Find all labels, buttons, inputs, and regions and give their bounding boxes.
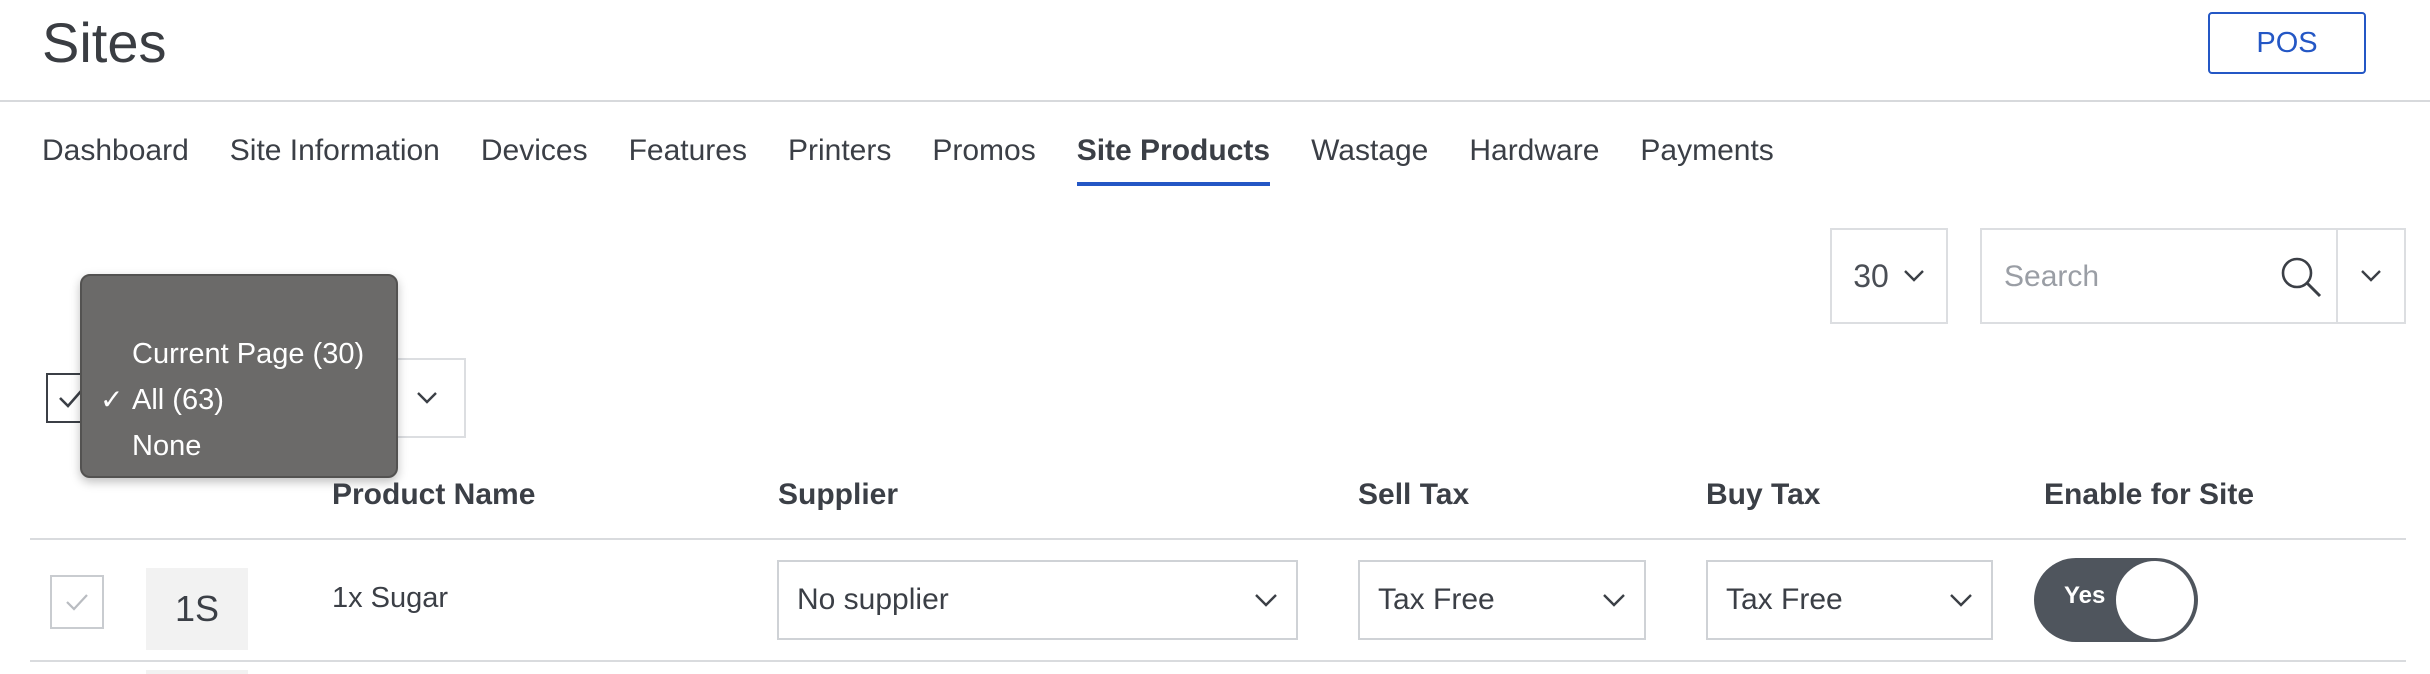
enable-for-site-toggle[interactable]: Yes — [2034, 558, 2198, 642]
supplier-select[interactable]: No supplier — [777, 560, 1298, 640]
chevron-down-icon — [1255, 594, 1277, 607]
menu-item-current-page[interactable]: Current Page (30) — [132, 338, 364, 371]
search-input[interactable] — [2002, 254, 2266, 300]
toggle-label: Yes — [2064, 582, 2106, 609]
chevron-down-icon — [2361, 270, 2381, 282]
chevron-down-icon — [1950, 594, 1972, 607]
tab-wastage[interactable]: Wastage — [1311, 128, 1428, 188]
next-row-avatar — [146, 670, 248, 674]
menu-item-all[interactable]: All (63) — [132, 384, 224, 417]
tab-payments[interactable]: Payments — [1640, 128, 1773, 188]
column-header-supplier[interactable]: Supplier — [778, 478, 898, 512]
product-avatar: 1S — [146, 568, 248, 650]
check-icon — [66, 594, 88, 611]
buy-tax-select[interactable]: Tax Free — [1706, 560, 1993, 640]
table-row-divider — [30, 660, 2406, 662]
bulk-actions-dropdown[interactable] — [390, 358, 466, 438]
search-options-button[interactable] — [2338, 228, 2406, 324]
sell-tax-value: Tax Free — [1378, 583, 1495, 616]
tab-site-information[interactable]: Site Information — [230, 128, 440, 188]
per-page-value: 30 — [1853, 257, 1889, 294]
buy-tax-value: Tax Free — [1726, 583, 1843, 616]
column-header-product-name[interactable]: Product Name — [332, 478, 535, 512]
check-icon: ✓ — [100, 384, 124, 415]
toggle-knob — [2114, 559, 2196, 641]
tab-devices[interactable]: Devices — [481, 128, 588, 188]
table-header-divider — [30, 538, 2406, 540]
chevron-down-icon — [1903, 270, 1924, 282]
tab-features[interactable]: Features — [629, 128, 747, 188]
search-box — [1980, 228, 2338, 324]
chevron-down-icon — [1603, 594, 1625, 607]
chevron-down-icon — [417, 392, 437, 404]
column-header-buy-tax[interactable]: Buy Tax — [1706, 478, 1820, 512]
tab-promos[interactable]: Promos — [932, 128, 1035, 188]
per-page-select[interactable]: 30 — [1830, 228, 1948, 324]
header-divider — [0, 100, 2430, 102]
tab-hardware[interactable]: Hardware — [1469, 128, 1599, 188]
tab-dashboard[interactable]: Dashboard — [42, 128, 189, 188]
search-icon[interactable] — [2278, 254, 2324, 300]
sell-tax-select[interactable]: Tax Free — [1358, 560, 1646, 640]
selection-menu: Current Page (30) ✓ All (63) None — [80, 274, 398, 478]
tab-printers[interactable]: Printers — [788, 128, 891, 188]
column-header-sell-tax[interactable]: Sell Tax — [1358, 478, 1469, 512]
page-title: Sites — [42, 11, 167, 74]
column-header-enable-for-site[interactable]: Enable for Site — [2044, 478, 2254, 512]
menu-item-none[interactable]: None — [132, 430, 201, 463]
tab-bar: Dashboard Site Information Devices Featu… — [42, 128, 1815, 188]
tab-site-products[interactable]: Site Products — [1076, 128, 1271, 188]
product-name: 1x Sugar — [332, 582, 449, 614]
supplier-value: No supplier — [797, 583, 949, 616]
row-checkbox[interactable] — [50, 575, 104, 629]
pos-button[interactable]: POS — [2208, 12, 2366, 74]
